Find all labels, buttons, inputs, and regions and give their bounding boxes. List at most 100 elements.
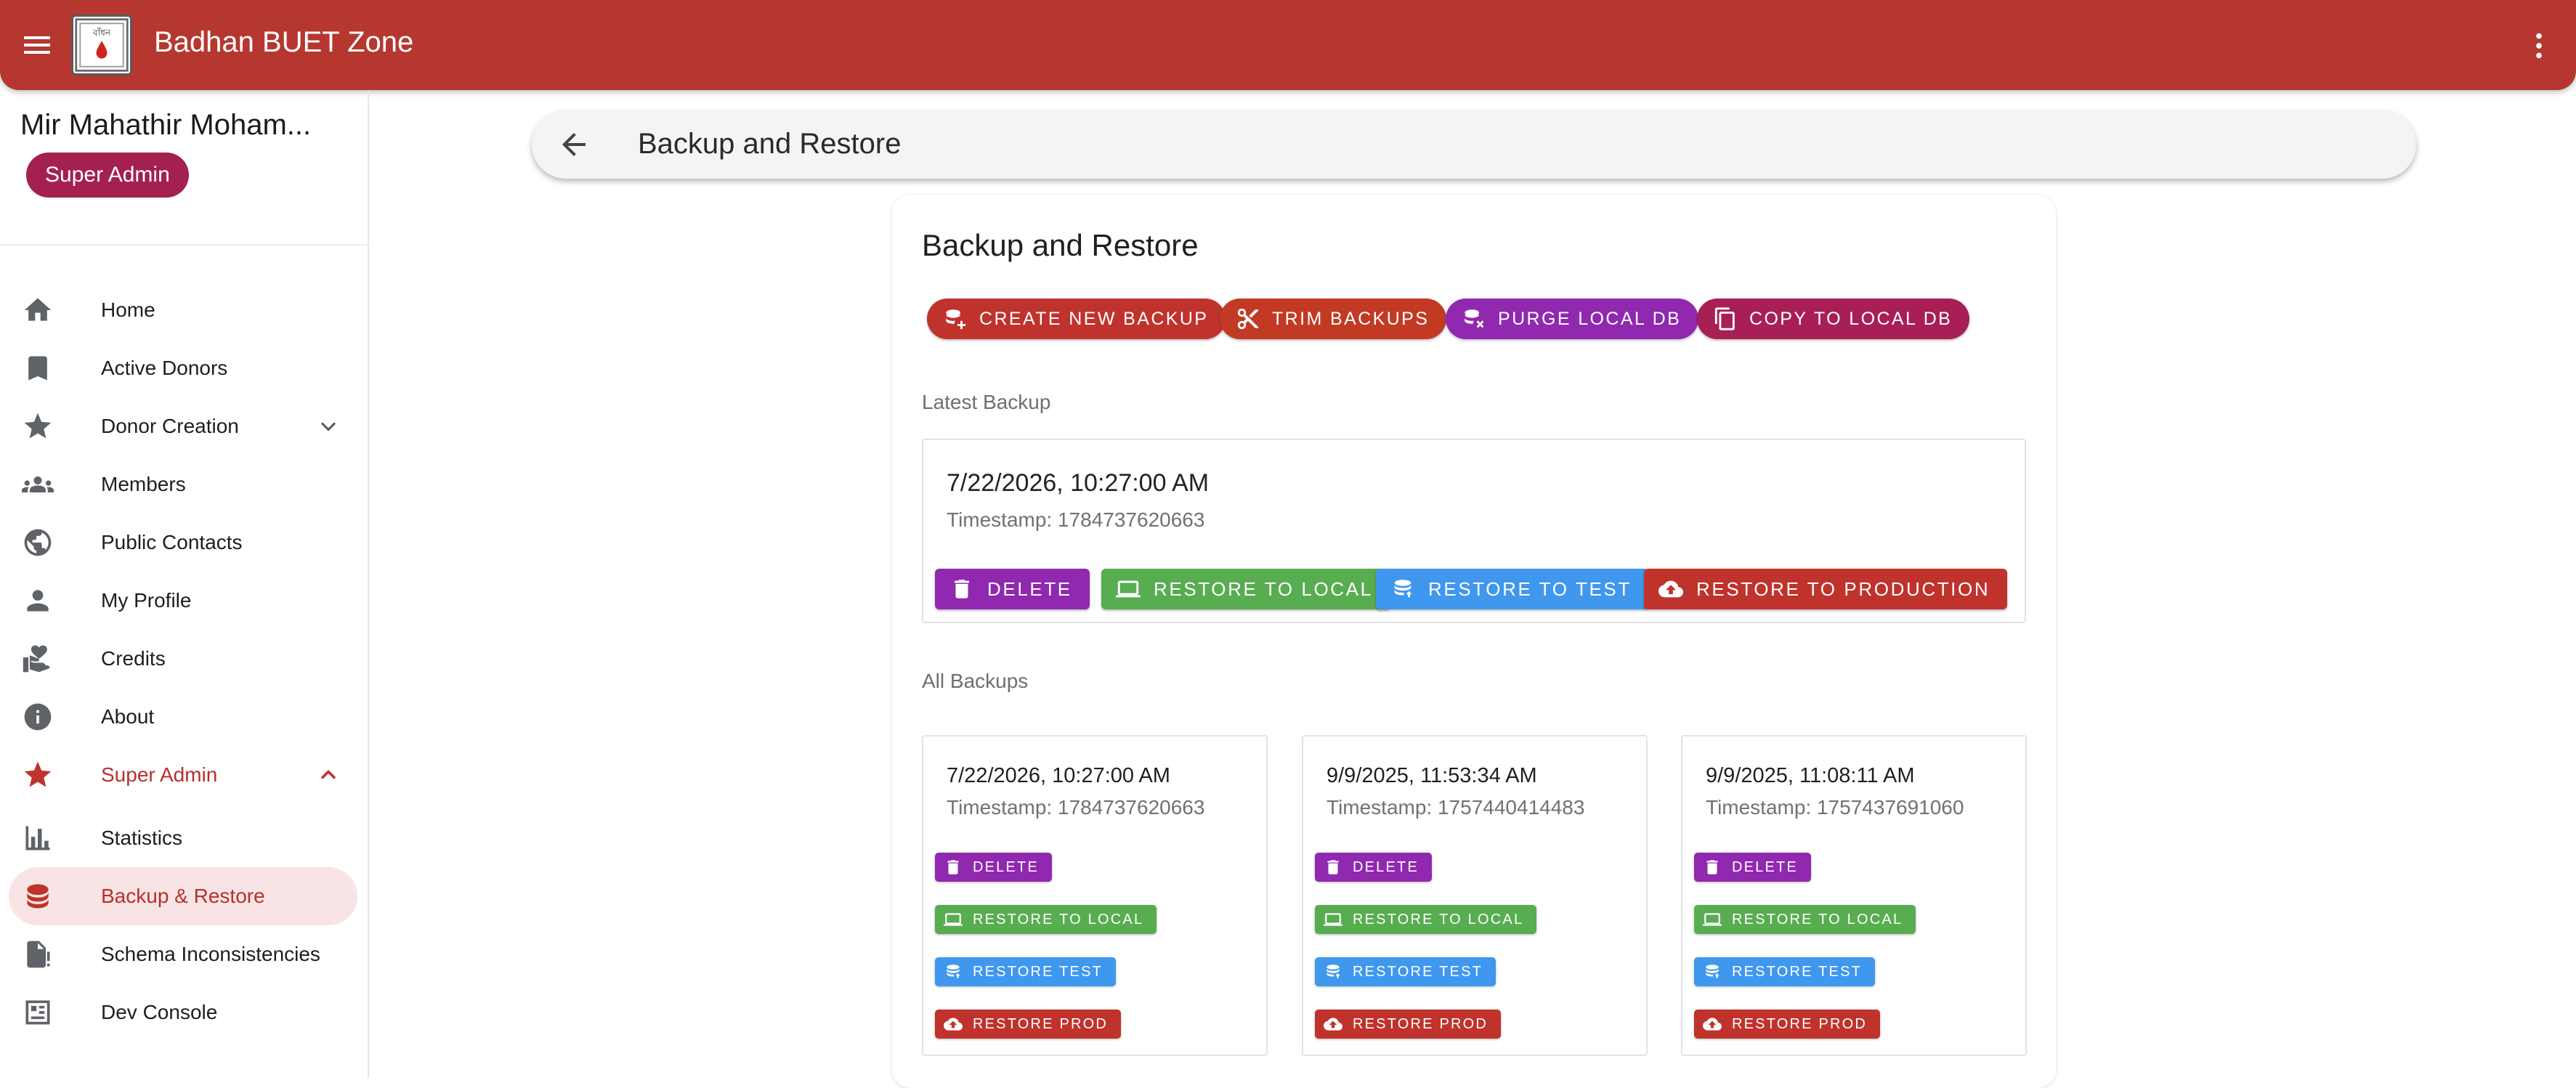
sidebar-item-members[interactable]: Members (9, 455, 357, 513)
backup-timestamp: Timestamp: 1757440414483 (1327, 796, 1585, 819)
backup-card: 9/9/2025, 11:53:34 AM Timestamp: 1757440… (1302, 735, 1648, 1056)
laptop-icon (1116, 580, 1141, 598)
delete-label: DELETE (987, 577, 1072, 600)
backup-restore-card: Backup and Restore CREATE NEW BACKUP TRI… (892, 195, 2056, 1088)
backup-restore-prod-button[interactable]: RESTORE PROD (1315, 1010, 1502, 1039)
purge-local-db-button[interactable]: PURGE LOCAL DB (1446, 299, 1699, 339)
sidebar-item-home[interactable]: Home (9, 281, 357, 339)
restore-local-label: RESTORE TO LOCAL (1732, 911, 1903, 927)
arrow-back-icon[interactable] (556, 127, 591, 162)
backup-date: 9/9/2025, 11:53:34 AM (1327, 764, 1537, 787)
restore-test-label: RESTORE TEST (1353, 963, 1483, 980)
purge-local-db-label: PURGE LOCAL DB (1498, 308, 1682, 329)
sidebar-item-label: My Profile (101, 589, 192, 612)
trim-backups-label: TRIM BACKUPS (1272, 308, 1430, 329)
latest-restore-production-button[interactable]: RESTORE TO PRODUCTION (1644, 569, 2008, 609)
delete-label: DELETE (1353, 858, 1419, 875)
sidebar-item-active-donors[interactable]: Active Donors (9, 339, 357, 397)
sidebar-item-label: Backup & Restore (101, 885, 265, 907)
database-sync-icon (1394, 580, 1412, 598)
restore-test-label: RESTORE TEST (1732, 963, 1863, 980)
backup-restore-local-button[interactable]: RESTORE TO LOCAL (935, 905, 1157, 934)
all-backups-label: All Backups (922, 670, 1029, 692)
backup-card: 7/22/2026, 10:27:00 AM Timestamp: 178473… (922, 735, 1268, 1056)
laptop-icon (1324, 913, 1342, 926)
delete-icon (1706, 860, 1718, 874)
user-name: Mir Mahathir Moham... (20, 109, 312, 141)
sidebar-item-label: Credits (101, 647, 166, 670)
laptop-icon (944, 913, 963, 926)
copy-to-local-db-button[interactable]: COPY TO LOCAL DB (1697, 299, 1970, 339)
copy-to-local-db-label: COPY TO LOCAL DB (1749, 308, 1953, 329)
console-icon (25, 1000, 50, 1025)
backup-delete-button[interactable]: DELETE (1694, 853, 1812, 882)
hand-heart-icon (23, 645, 50, 673)
trim-backups-button[interactable]: TRIM BACKUPS (1220, 299, 1447, 339)
sidebar-item-donor-creation[interactable]: Donor Creation (9, 397, 357, 455)
sidebar-item-dev-console[interactable]: Dev Console (9, 983, 357, 1042)
sidebar-item-backup-restore[interactable]: Backup & Restore (9, 867, 357, 925)
backup-date: 7/22/2026, 10:27:00 AM (947, 764, 1170, 787)
cloud-upload-icon (1658, 580, 1683, 598)
person-icon (27, 590, 49, 612)
sidebar-item-my-profile[interactable]: My Profile (9, 572, 357, 630)
backup-restore-local-button[interactable]: RESTORE TO LOCAL (1694, 905, 1916, 934)
restore-prod-label: RESTORE PROD (973, 1015, 1109, 1032)
backup-timestamp: Timestamp: 1784737620663 (947, 796, 1205, 819)
backup-restore-test-button[interactable]: RESTORE TEST (935, 957, 1117, 986)
latest-backup-timestamp: Timestamp: 1784737620663 (947, 508, 1205, 531)
sidebar-item-super-admin[interactable]: Super Admin (9, 746, 357, 804)
backup-restore-test-button[interactable]: RESTORE TEST (1694, 957, 1876, 986)
sidebar-item-statistics[interactable]: Statistics (9, 809, 357, 867)
delete-icon (947, 860, 959, 874)
sidebar-item-label: Dev Console (101, 1001, 218, 1023)
create-backup-button[interactable]: CREATE NEW BACKUP (927, 299, 1226, 339)
sidebar-item-label: Schema Inconsistencies (101, 943, 320, 965)
restore-prod-label: RESTORE PROD (1353, 1015, 1489, 1032)
backup-date: 9/9/2025, 11:08:11 AM (1706, 764, 1915, 787)
home-icon (24, 298, 52, 321)
app-logo: বাঁধন (71, 15, 132, 76)
sidebar-item-about[interactable]: About (9, 688, 357, 746)
backup-restore-test-button[interactable]: RESTORE TEST (1315, 957, 1496, 986)
sidebar-item-label: Active Donors (101, 357, 228, 379)
copy-icon (1714, 307, 1735, 330)
database-sync-icon (1327, 965, 1340, 978)
chevron-down-icon (320, 422, 336, 431)
latest-restore-test-button[interactable]: RESTORE TO TEST (1376, 569, 1649, 609)
more-vert-icon[interactable] (2522, 29, 2556, 62)
backup-restore-local-button[interactable]: RESTORE TO LOCAL (1315, 905, 1537, 934)
sidebar-item-public-contacts[interactable]: Public Contacts (9, 513, 357, 572)
latest-delete-button[interactable]: DELETE (935, 569, 1090, 609)
delete-label: DELETE (973, 858, 1040, 875)
menu-icon[interactable] (17, 28, 57, 62)
page-title-bar: Backup and Restore (532, 110, 2416, 179)
sidebar-item-credits[interactable]: Credits (9, 630, 357, 688)
bar-chart-icon (25, 826, 50, 850)
app-title: Badhan BUET Zone (154, 26, 414, 58)
sidebar-item-label: Donor Creation (101, 415, 239, 437)
info-icon (24, 703, 52, 731)
app-bar: বাঁধন Badhan BUET Zone (0, 0, 2576, 90)
cloud-upload-icon (1324, 1018, 1342, 1031)
database-icon (27, 884, 49, 909)
sidebar-item-label: Super Admin (101, 763, 218, 786)
sidebar-item-schema-inconsistencies[interactable]: Schema Inconsistencies (9, 925, 357, 983)
create-backup-label: CREATE NEW BACKUP (979, 308, 1209, 329)
latest-backup-label: Latest Backup (922, 391, 1051, 413)
latest-backup-card: 7/22/2026, 10:27:00 AM Timestamp: 178473… (922, 439, 2026, 623)
backup-delete-button[interactable]: DELETE (935, 853, 1053, 882)
sidebar-item-label: Statistics (101, 827, 183, 849)
delete-icon (1327, 860, 1339, 874)
database-sync-icon (947, 965, 960, 978)
globe-icon (24, 529, 52, 556)
restore-test-label: RESTORE TO TEST (1428, 577, 1632, 600)
database-plus-icon (946, 309, 966, 330)
latest-restore-local-button[interactable]: RESTORE TO LOCAL (1101, 569, 1390, 609)
sidebar-divider (0, 244, 368, 245)
backup-restore-prod-button[interactable]: RESTORE PROD (1694, 1010, 1881, 1039)
backup-restore-prod-button[interactable]: RESTORE PROD (935, 1010, 1122, 1039)
backup-delete-button[interactable]: DELETE (1315, 853, 1433, 882)
delete-icon (955, 580, 969, 598)
restore-production-label: RESTORE TO PRODUCTION (1696, 577, 1990, 600)
